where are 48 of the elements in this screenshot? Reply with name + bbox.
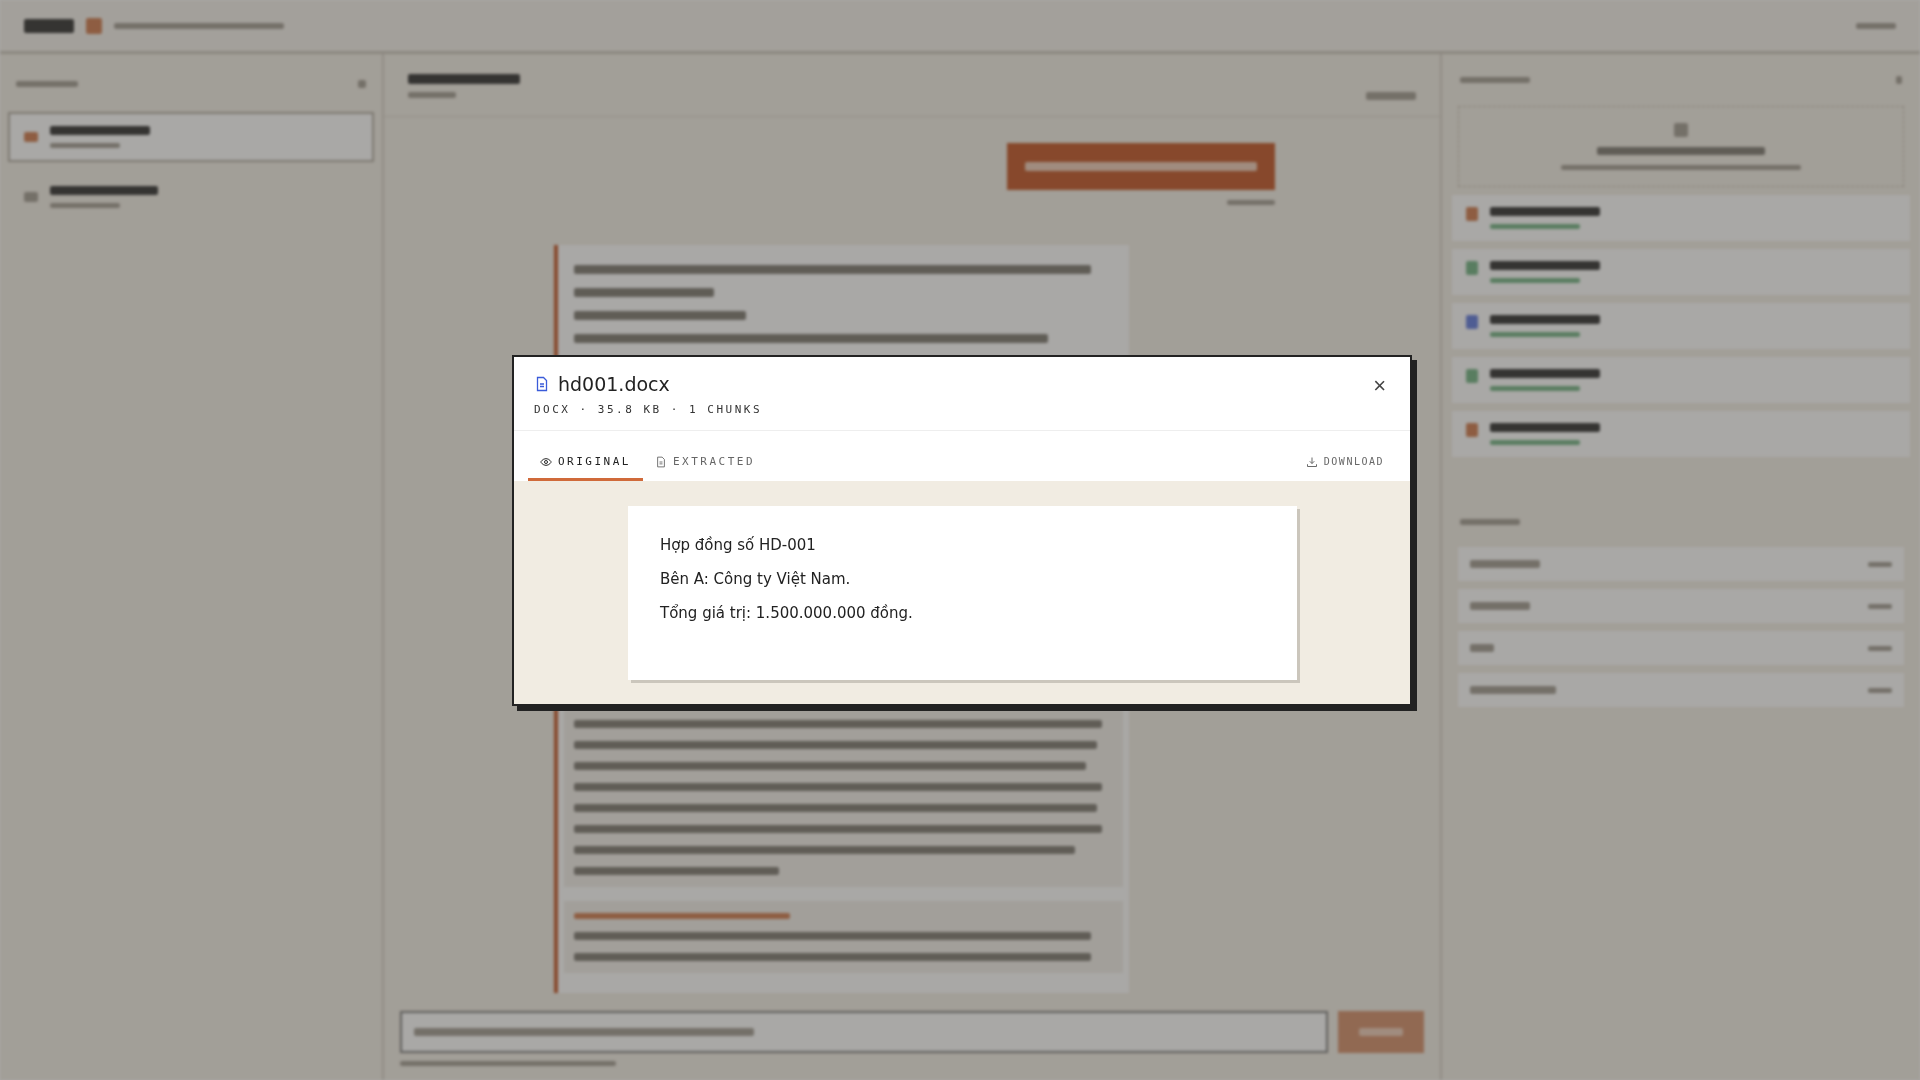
- blurred-icon: [1466, 315, 1478, 329]
- close-button[interactable]: ×: [1367, 373, 1392, 399]
- blurred-icon: [1674, 123, 1688, 137]
- source-item[interactable]: [1452, 195, 1910, 241]
- blurred-text: [1856, 22, 1896, 29]
- blurred-icon: [358, 80, 366, 88]
- document-line: Bên A: Công ty Việt Nam.: [660, 570, 852, 588]
- blurred-text: [24, 18, 74, 33]
- source-item[interactable]: [1452, 303, 1910, 349]
- blurred-text: [1470, 644, 1494, 652]
- file-meta: DOCX · 35.8 KB · 1 CHUNKS: [534, 403, 763, 416]
- document-line: Tổng giá trị: 1.500.000.000 đồng.: [660, 604, 914, 622]
- blurred-icon: [1466, 369, 1478, 383]
- source-item[interactable]: [1452, 411, 1910, 457]
- document-icon: [534, 376, 550, 392]
- space-item[interactable]: [8, 112, 374, 162]
- blurred-text: [1460, 77, 1530, 83]
- document-icon: [655, 455, 667, 468]
- source-item[interactable]: [1452, 249, 1910, 295]
- blurred-text: [1868, 687, 1892, 693]
- blurred-icon: [1896, 76, 1902, 84]
- blurred-text: [1359, 1028, 1403, 1036]
- source-item[interactable]: [1452, 357, 1910, 403]
- blurred-text: [1227, 200, 1275, 205]
- blurred-text: [1460, 519, 1520, 525]
- blurred-text: [408, 92, 456, 98]
- tab[interactable]: EXTRACTED: [643, 447, 768, 481]
- blurred-text: [50, 203, 120, 208]
- blurred-text: [1470, 602, 1530, 610]
- blurred-text: [16, 81, 78, 87]
- download-button[interactable]: DOWNLOAD: [1293, 447, 1396, 481]
- eye-icon: [540, 455, 552, 468]
- blurred-text: [1470, 560, 1540, 568]
- blurred-text: [1868, 603, 1892, 609]
- download-icon: [1305, 455, 1318, 468]
- blurred-text: [50, 143, 120, 148]
- blurred-icon: [24, 192, 38, 202]
- blurred-icon: [1466, 207, 1478, 221]
- question-field[interactable]: [400, 1011, 1328, 1053]
- blurred-text: [1868, 645, 1892, 651]
- dialog-title: hd001.docx: [558, 373, 670, 395]
- document-line: Hợp đồng số HD-001: [660, 536, 817, 554]
- blurred-text: [1366, 92, 1416, 100]
- blurred-text: [1868, 561, 1892, 567]
- blurred-icon: [1466, 261, 1478, 275]
- blurred-icon: [86, 17, 102, 34]
- blurred-icon: [1466, 423, 1478, 437]
- blurred-icon: [24, 132, 38, 142]
